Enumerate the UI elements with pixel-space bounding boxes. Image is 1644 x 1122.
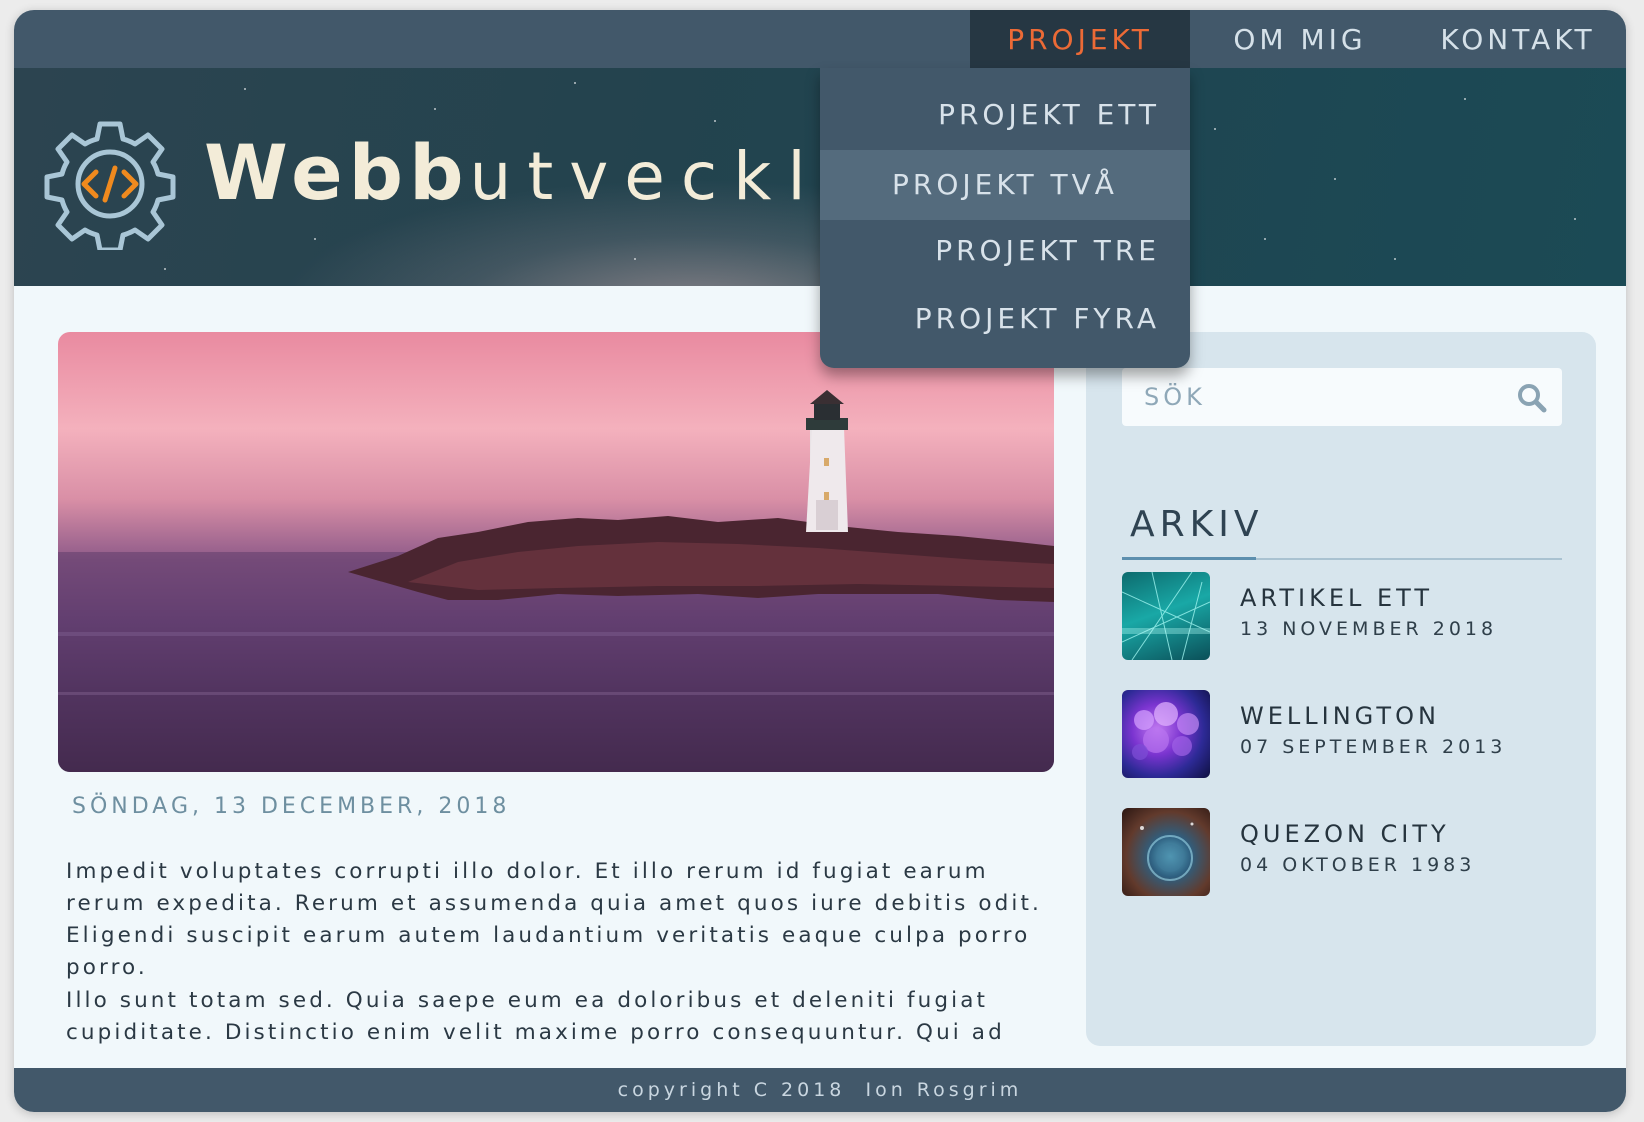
dropdown-item-projekt-fyra[interactable]: PROJEKT FYRA [820,284,1190,354]
footer-copyright: copyright C 2018 Ion Rosgrim [14,1068,1626,1112]
archive-thumbnail [1122,808,1210,896]
dropdown-item-projekt-tva[interactable]: PROJEKT TVÅ [820,150,1190,220]
nav-om-mig[interactable]: OM MIG [1190,10,1410,68]
article-date: SÖNDAG, 13 DECEMBER, 2018 [72,794,511,819]
article-image-lighthouse [58,332,1054,772]
nav-kontakt[interactable]: KONTAKT [1410,10,1626,68]
archive-item-date: 04 OKTOBER 1983 [1240,854,1476,876]
search-box [1122,368,1562,426]
archive-item[interactable]: WELLINGTON 07 SEPTEMBER 2013 [1122,690,1562,780]
archive-item[interactable]: QUEZON CITY 04 OKTOBER 1983 [1122,808,1562,898]
dropdown-item-projekt-ett[interactable]: PROJEKT ETT [820,80,1190,150]
top-nav: PROJEKT OM MIG KONTAKT [14,10,1626,68]
article-paragraph-2: Illo sunt totam sed. Quia saepe eum ea d… [66,988,1005,1045]
archive-item-date: 13 NOVEMBER 2018 [1240,618,1498,640]
archive-item[interactable]: ARTIKEL ETT 13 NOVEMBER 2018 [1122,572,1562,662]
browser-window: Webbutveckling PROJEKT OM MIG KONTAKT PR… [14,10,1626,1112]
search-input[interactable] [1122,368,1502,426]
archive-thumbnail [1122,572,1210,660]
search-icon[interactable] [1516,382,1548,414]
sidebar: ARKIV ARTIKEL ETT 13 NOVEMBER 2018 [1086,332,1596,1046]
archive-item-date: 07 SEPTEMBER 2013 [1240,736,1507,758]
archive-item-title: WELLINGTON [1240,702,1440,730]
article-paragraph-1: Impedit voluptates corrupti illo dolor. … [66,859,1042,980]
dropdown-item-projekt-tre[interactable]: PROJEKT TRE [820,216,1190,286]
archive-heading: ARKIV [1130,504,1264,545]
archive-thumbnail [1122,690,1210,778]
lighthouse-scene [58,390,1054,772]
archive-item-title: ARTIKEL ETT [1240,584,1434,612]
archive-divider [1122,557,1562,560]
site-title-bold: Webb [204,128,470,217]
nav-projekt[interactable]: PROJEKT [970,10,1190,68]
gear-code-icon[interactable] [44,118,176,250]
archive-item-title: QUEZON CITY [1240,820,1450,848]
projekt-dropdown-menu: PROJEKT ETT PROJEKT TVÅ PROJEKT TRE PROJ… [820,68,1190,368]
